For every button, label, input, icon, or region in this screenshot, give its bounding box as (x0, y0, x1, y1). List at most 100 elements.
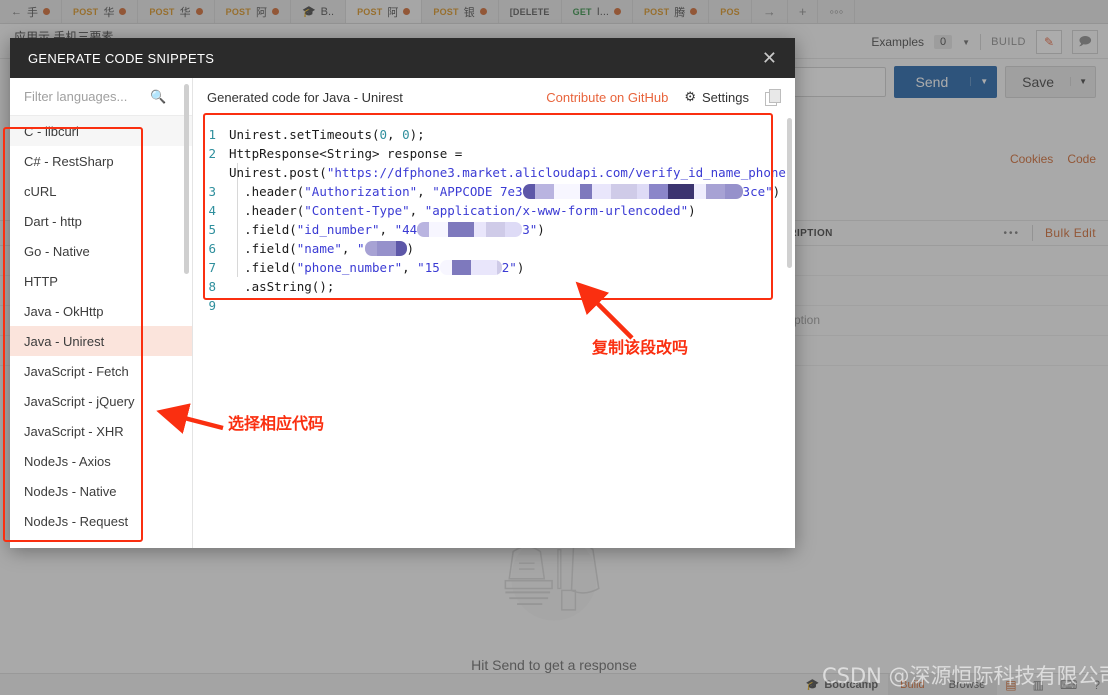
modal-title: GENERATE CODE SNIPPETS (28, 50, 215, 66)
language-list-item[interactable]: JavaScript - jQuery (10, 386, 192, 416)
close-icon[interactable]: ✕ (762, 49, 777, 67)
cookies-link[interactable]: Cookies (1010, 152, 1053, 166)
search-icon[interactable]: 🔍 (150, 89, 166, 105)
request-tab[interactable]: POST 阿 (215, 0, 291, 23)
request-links: Cookies Code (1010, 152, 1096, 166)
send-button[interactable]: Send ▼ (893, 65, 998, 98)
code-scrollbar[interactable] (787, 118, 792, 268)
bootcamp-button[interactable]: 🎓 Bootcamp (796, 678, 888, 692)
divider (980, 34, 982, 50)
language-list-scrollbar[interactable] (184, 84, 189, 274)
line-number: 9 (208, 298, 216, 313)
language-label: Java - OkHttp (24, 303, 104, 319)
language-list-item[interactable]: NodeJs - Axios (10, 446, 192, 476)
request-tab[interactable]: POST 阿 (346, 0, 423, 23)
chevron-down-icon[interactable]: ▼ (962, 38, 970, 47)
language-list-item[interactable]: cURL (10, 176, 192, 206)
code-editor[interactable]: 1 Unirest.setTimeouts(0, 0); 2 HttpResponse… (193, 116, 795, 548)
language-list-item[interactable]: HTTP (10, 266, 192, 296)
annotation-copy-note: 复制该段改吗 (592, 338, 689, 357)
comment-button[interactable]: 🗩 (1072, 30, 1098, 54)
language-list-item[interactable]: Java - OkHttp (10, 296, 192, 326)
pencil-icon: ✎ (1043, 35, 1055, 49)
language-list-item[interactable]: C - libcurl (10, 116, 192, 146)
two-pane-icon[interactable]: ▥ (1025, 678, 1052, 692)
language-label: C# - RestSharp (24, 153, 114, 169)
next-tab-arrow-icon[interactable]: → (752, 0, 788, 23)
request-tab[interactable]: [DELETE (499, 0, 562, 23)
language-label: NodeJs - Axios (24, 453, 111, 469)
language-list-item[interactable]: C# - RestSharp (10, 146, 192, 176)
sidebar-panel-icon[interactable]: ▤ (997, 678, 1024, 692)
build-tab[interactable]: Build (888, 674, 936, 695)
unsaved-dot-icon (479, 8, 487, 15)
language-list-item[interactable]: JavaScript - XHR (10, 416, 192, 446)
request-tab-bar[interactable]: ← 手 POST 华 POST 华 POST 阿 🎓 B.. POST 阿 POST 银 [DELETE GE… (0, 0, 1108, 24)
bootcamp-cap-icon: 🎓 (301, 6, 316, 18)
tab-method-label: POST (433, 6, 459, 17)
unsaved-dot-icon (195, 8, 203, 15)
code-line-content (229, 296, 795, 315)
gear-icon: ⚙ (684, 89, 697, 104)
language-list-item[interactable]: Java - Unirest (10, 326, 192, 356)
annotation-select-note: 选择相应代码 (228, 414, 325, 433)
unsaved-dot-icon (690, 8, 698, 15)
settings-button[interactable]: ⚙ Settings (684, 89, 749, 105)
language-list[interactable]: C - libcurl C# - RestSharp cURL Dart - http… (10, 116, 192, 548)
code-line: 1 Unirest.setTimeouts(0, 0); (193, 125, 795, 144)
request-tab[interactable]: POST 华 (138, 0, 215, 23)
language-list-item[interactable]: JavaScript - Fetch (10, 356, 192, 386)
request-tab[interactable]: POS (709, 0, 752, 23)
language-list-item[interactable]: Dart - http (10, 206, 192, 236)
save-dropdown-icon[interactable]: ▼ (1070, 77, 1095, 86)
keyboard-icon[interactable]: ⌨ (1052, 678, 1085, 692)
edit-pencil-button[interactable]: ✎ (1036, 30, 1062, 54)
tab-options-icon[interactable]: ◦◦◦ (818, 0, 856, 23)
bulk-edit-button[interactable]: Bulk Edit (1045, 226, 1096, 240)
tab-method-label: POST (643, 6, 670, 17)
request-tab[interactable]: GET I... (562, 0, 633, 23)
divider (1032, 225, 1034, 241)
line-number: 8 (208, 279, 216, 294)
code-line-content: HttpResponse<String> response = Unirest.… (229, 146, 795, 180)
code-line: 3 .header("Authorization", "APPCODE 7e3 3… (193, 182, 795, 201)
code-line-content: .field("name", ") (229, 241, 415, 256)
copy-icon[interactable] (765, 89, 781, 106)
language-list-item[interactable]: NodeJs - Request (10, 506, 192, 536)
request-tab[interactable]: 🎓 B.. (291, 0, 347, 23)
examples-toolbar: Examples 0 ▼ BUILD ✎ 🗩 (871, 30, 1098, 54)
language-list-item[interactable]: NodeJs - Native (10, 476, 192, 506)
comment-icon: 🗩 (1078, 33, 1092, 48)
code-line: 8 .asString(); (193, 277, 795, 296)
tab-method-label: [DELETE (509, 6, 550, 17)
request-tab[interactable]: ← 手 (0, 0, 62, 23)
code-line: 7 .field("phone_number", "15 2") (193, 258, 795, 277)
settings-label: Settings (702, 89, 749, 105)
tab-method-label: POS (720, 6, 740, 17)
new-tab-plus-icon[interactable]: + (788, 0, 819, 23)
contribute-on-github-link[interactable]: Contribute on GitHub (546, 90, 668, 105)
request-tab[interactable]: POST 华 (62, 0, 139, 23)
language-list-pane: 🔍 C - libcurl C# - RestSharp cURL Dart - ht… (10, 78, 193, 548)
save-button[interactable]: Save ▼ (1005, 65, 1096, 98)
send-dropdown-icon[interactable]: ▼ (970, 77, 997, 86)
request-tab[interactable]: POST 银 (422, 0, 499, 23)
generated-code-title: Generated code for Java - Unirest (207, 89, 403, 105)
filter-row: 🔍 (10, 78, 192, 116)
status-bar: 🎓 Bootcamp Build Browse ▤ ▥ ⌨ ? (0, 673, 1108, 695)
tab-title: 阿 (387, 6, 399, 19)
language-label: Java - Unirest (24, 333, 105, 349)
code-link[interactable]: Code (1067, 152, 1096, 166)
browse-tab[interactable]: Browse (937, 674, 998, 695)
table-options-icon[interactable]: ••• (1004, 228, 1021, 239)
language-list-item[interactable]: Go - Native (10, 236, 192, 266)
build-browse-toggle[interactable]: Build Browse (888, 674, 998, 695)
build-label: BUILD (991, 36, 1026, 48)
unsaved-dot-icon (271, 8, 279, 15)
request-tab[interactable]: POST 腾 (633, 0, 710, 23)
tab-title: 手 (27, 6, 38, 19)
help-icon[interactable]: ? (1085, 678, 1108, 692)
tab-title: 阿 (255, 6, 267, 19)
code-line: 2 HttpResponse<String> response = Unirest… (193, 144, 795, 182)
filter-languages-input[interactable] (24, 89, 144, 104)
